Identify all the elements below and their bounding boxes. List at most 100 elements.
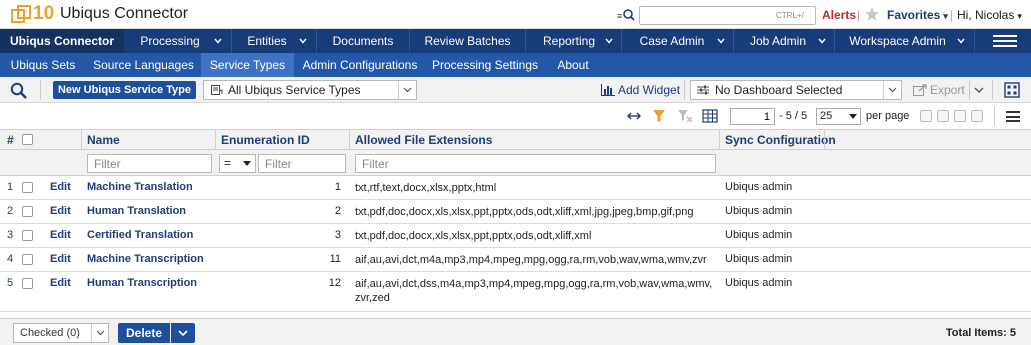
tab-admin-configurations[interactable]: Admin Configurations xyxy=(294,53,426,77)
dashboard-select[interactable]: No Dashboard Selected xyxy=(690,80,902,100)
nav-entities[interactable]: Entities xyxy=(232,29,302,53)
chevron-down-icon xyxy=(178,330,188,336)
edit-link[interactable]: Edit xyxy=(50,277,71,289)
service-type-name-link[interactable]: Certified Translation xyxy=(87,229,193,241)
next-page-button[interactable] xyxy=(954,110,966,122)
row-number: 5 xyxy=(7,277,14,289)
favorites-menu[interactable]: Favorites ▾ xyxy=(887,8,948,22)
column-header-enumeration-id[interactable]: Enumeration ID xyxy=(221,130,310,150)
name-filter-input[interactable] xyxy=(87,154,212,173)
sliders-icon xyxy=(697,85,709,95)
chevron-down-icon xyxy=(243,161,251,166)
delete-options-button[interactable] xyxy=(171,323,195,343)
current-page-input[interactable] xyxy=(730,108,775,125)
sync-configuration: Ubiqus admin xyxy=(725,205,793,217)
hamburger-menu-button[interactable] xyxy=(980,29,1031,53)
row-checkbox[interactable] xyxy=(22,206,33,217)
dashboard-layout-icon[interactable] xyxy=(1004,82,1020,98)
row-number: 4 xyxy=(7,253,14,265)
nav-case-admin[interactable]: Case Admin xyxy=(622,29,722,53)
column-divider xyxy=(215,130,216,150)
favorites-label: Favorites xyxy=(887,8,941,22)
table-row[interactable]: 5 Edit Human Transcription 12 aif,au,avi… xyxy=(0,272,1031,312)
sub-navigation: Ubiqus Sets Source Languages Service Typ… xyxy=(0,53,1031,77)
previous-page-button[interactable] xyxy=(937,110,949,122)
search-icon[interactable] xyxy=(10,82,28,99)
chevron-down-icon: ▾ xyxy=(1017,11,1022,21)
edit-link[interactable]: Edit xyxy=(50,181,71,193)
nav-review-batches[interactable]: Review Batches xyxy=(410,29,525,53)
clear-filter-icon[interactable] xyxy=(677,109,693,123)
edit-link[interactable]: Edit xyxy=(50,229,71,241)
chevron-down-icon xyxy=(398,81,416,99)
column-header-name[interactable]: Name xyxy=(87,130,120,150)
nav-workspace-admin[interactable]: Workspace Admin xyxy=(835,29,960,53)
row-checkbox[interactable] xyxy=(22,182,33,193)
column-header-number: # xyxy=(7,133,14,147)
row-checkbox[interactable] xyxy=(22,278,33,289)
alerts-link[interactable]: Alerts xyxy=(822,8,856,22)
dashboard-select-value: No Dashboard Selected xyxy=(715,83,843,97)
select-all-checkbox[interactable] xyxy=(22,134,33,145)
chevron-down-icon[interactable] xyxy=(605,38,613,44)
delete-button[interactable]: Delete xyxy=(118,323,170,343)
grid-icon[interactable] xyxy=(702,109,718,123)
service-type-name-link[interactable]: Human Translation xyxy=(87,205,186,217)
service-type-name-link[interactable]: Machine Translation xyxy=(87,181,193,193)
service-type-name-link[interactable]: Human Transcription xyxy=(87,277,197,289)
service-type-name-link[interactable]: Machine Transcription xyxy=(87,253,204,265)
sync-configuration: Ubiqus admin xyxy=(725,229,793,241)
column-divider xyxy=(824,130,825,150)
nav-ubiqus-connector[interactable]: Ubiqus Connector xyxy=(0,29,124,53)
nav-job-admin[interactable]: Job Admin xyxy=(734,29,822,53)
last-page-button[interactable] xyxy=(971,110,983,122)
tab-about[interactable]: About xyxy=(544,53,602,77)
nav-processing[interactable]: Processing xyxy=(124,29,216,53)
table-row[interactable]: 3 Edit Certified Translation 3 txt,pdf,d… xyxy=(0,224,1031,248)
nav-documents[interactable]: Documents xyxy=(317,29,409,53)
edit-link[interactable]: Edit xyxy=(50,205,71,217)
new-service-type-button[interactable]: New Ubiqus Service Type xyxy=(53,81,196,99)
enumeration-filter-input[interactable] xyxy=(258,154,346,173)
grid-footer: Checked (0) Delete Total Items: 5 xyxy=(0,318,1031,345)
filter-row: = xyxy=(0,150,1031,176)
first-page-button[interactable] xyxy=(920,110,932,122)
export-button[interactable]: Export xyxy=(913,83,965,97)
table-row[interactable]: 2 Edit Human Translation 2 txt,pdf,doc,d… xyxy=(0,200,1031,224)
extensions-filter-input[interactable] xyxy=(355,154,716,173)
table-row[interactable]: 1 Edit Machine Translation 1 txt,rtf,tex… xyxy=(0,176,1031,200)
nav-reporting[interactable]: Reporting xyxy=(526,29,612,53)
tab-source-languages[interactable]: Source Languages xyxy=(86,53,201,77)
column-width-icon[interactable] xyxy=(626,109,642,123)
nav-reporting-label: Reporting xyxy=(542,34,596,48)
allowed-file-extensions: txt,pdf,doc,docx,xls,xlsx,ppt,pptx,ods,o… xyxy=(355,230,592,242)
tab-service-types[interactable]: Service Types xyxy=(201,53,294,77)
row-checkbox[interactable] xyxy=(22,254,33,265)
chevron-down-icon[interactable] xyxy=(299,38,307,44)
chevron-down-icon[interactable] xyxy=(717,38,725,44)
operator-value: = xyxy=(224,156,232,170)
chevron-down-icon[interactable] xyxy=(214,38,222,44)
allowed-file-extensions: aif,au,avi,dct,dss,m4a,mp3,mp4,mpeg,mpg,… xyxy=(355,278,713,304)
search-icon[interactable]: ≡ xyxy=(617,7,635,23)
main-navigation: Ubiqus Connector Processing Entities Doc… xyxy=(0,29,1031,53)
user-menu[interactable]: Hi, Nicolas ▾ xyxy=(957,8,1022,22)
chevron-down-icon[interactable] xyxy=(957,38,965,44)
chevron-down-icon[interactable] xyxy=(818,38,826,44)
chevron-down-icon[interactable] xyxy=(972,82,986,98)
row-checkbox[interactable] xyxy=(22,230,33,241)
grid-options-menu-icon[interactable] xyxy=(1006,111,1020,122)
enumeration-operator-select[interactable]: = xyxy=(219,154,256,173)
page-size-select[interactable]: 25 xyxy=(816,108,861,125)
column-header-sync-configuration[interactable]: Sync Configuration xyxy=(725,130,836,150)
edit-link[interactable]: Edit xyxy=(50,253,71,265)
tab-processing-settings[interactable]: Processing Settings xyxy=(426,53,544,77)
column-header-allowed-file-extensions[interactable]: Allowed File Extensions xyxy=(355,130,492,150)
table-row[interactable]: 4 Edit Machine Transcription 11 aif,au,a… xyxy=(0,248,1031,272)
view-select[interactable]: All Ubiqus Service Types xyxy=(203,80,417,100)
checked-items-select[interactable]: Checked (0) xyxy=(13,323,109,343)
filter-icon[interactable] xyxy=(651,109,667,123)
add-widget-button[interactable]: Add Widget xyxy=(601,83,680,97)
chevron-down-icon: ▾ xyxy=(943,11,948,21)
tab-ubiqus-sets[interactable]: Ubiqus Sets xyxy=(0,53,86,77)
